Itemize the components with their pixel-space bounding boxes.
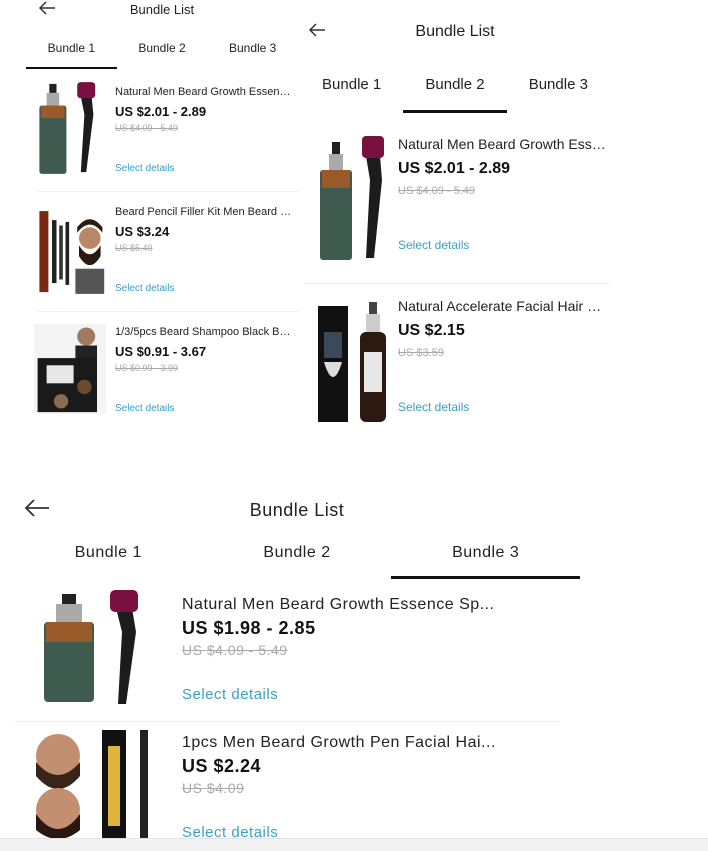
product-image-beard-pen[interactable]: [24, 726, 162, 840]
original-price: US $4.09: [182, 780, 245, 796]
tab-bundle-2[interactable]: Bundle 2: [403, 76, 507, 113]
product-image-pencil-kit[interactable]: [34, 198, 106, 298]
page-title: Bundle List: [415, 23, 495, 40]
bundle-tabs: Bundle 1 Bundle 2 Bundle 3: [26, 41, 298, 69]
product-price: US $2.15: [398, 322, 465, 339]
list-item: Natural Men Beard Growth Essence Sp... U…: [26, 72, 298, 192]
product-image-serum-roller[interactable]: [24, 588, 162, 706]
original-price: US $4.09 - 5.49: [398, 185, 476, 197]
product-image-serum-roller[interactable]: [314, 130, 394, 262]
bundle-list-panel-3: Bundle List Bundle 1 Bundle 2 Bundle 3 N…: [14, 488, 580, 840]
select-details-link[interactable]: Select details: [182, 686, 278, 703]
product-list: Natural Men Beard Growth Essence Sp... U…: [26, 72, 298, 430]
original-price: US $4.09 - 5.49: [182, 642, 288, 658]
select-details-link[interactable]: Select details: [115, 403, 174, 414]
tab-bundle-1[interactable]: Bundle 1: [300, 76, 403, 113]
original-price: US $3.59: [398, 347, 444, 359]
select-details-link[interactable]: Select details: [398, 238, 469, 252]
bundle-tabs: Bundle 1 Bundle 2 Bundle 3: [14, 544, 580, 579]
product-price: US $0.91 - 3.67: [115, 344, 207, 359]
product-list: Natural Men Beard Growth Essence Sp... U…: [14, 584, 580, 840]
product-price: US $2.24: [182, 756, 262, 776]
product-name[interactable]: Natural Men Beard Growth Essence Sp...: [182, 596, 572, 614]
bundle-tabs: Bundle 1 Bundle 2 Bundle 3: [300, 76, 610, 113]
original-price: US $0.99 - 3.99: [115, 363, 179, 373]
list-item: Natural Accelerate Facial Hair Grow Be..…: [300, 284, 610, 430]
product-image-shampoo-box[interactable]: [34, 318, 106, 418]
list-item: Natural Men Beard Growth Essence Sp... U…: [300, 122, 610, 284]
product-price: US $2.01 - 2.89: [115, 104, 207, 119]
product-name[interactable]: Beard Pencil Filler Kit Men Beard Make..…: [115, 206, 295, 218]
original-price: US $5.49: [115, 243, 153, 253]
tab-bundle-1[interactable]: Bundle 1: [14, 544, 203, 579]
product-name[interactable]: 1/3/5pcs Beard Shampoo Black Beard...: [115, 326, 295, 338]
product-name[interactable]: Natural Accelerate Facial Hair Grow Be..…: [398, 298, 608, 314]
select-details-link[interactable]: Select details: [115, 283, 174, 294]
tab-bundle-1[interactable]: Bundle 1: [26, 41, 117, 69]
tab-bundle-3[interactable]: Bundle 3: [391, 544, 580, 579]
tab-bundle-3[interactable]: Bundle 3: [207, 41, 298, 69]
product-image-eelhoe-spray[interactable]: [314, 292, 394, 424]
original-price: US $4.09 - 5.49: [115, 123, 179, 133]
product-name[interactable]: Natural Men Beard Growth Essence Sp...: [115, 86, 295, 98]
select-details-link[interactable]: Select details: [115, 163, 174, 174]
product-image-serum-roller[interactable]: [34, 78, 106, 178]
select-details-link[interactable]: Select details: [398, 400, 469, 414]
product-list: Natural Men Beard Growth Essence Sp... U…: [300, 122, 610, 430]
bundle-list-panel-1: Bundle List Bundle 1 Bundle 2 Bundle 3 N…: [26, 0, 298, 430]
product-price: US $2.01 - 2.89: [398, 160, 511, 177]
tab-bundle-2[interactable]: Bundle 2: [203, 544, 392, 579]
list-item: 1pcs Men Beard Growth Pen Facial Hai... …: [14, 722, 580, 840]
bottom-bar: [0, 838, 708, 851]
product-name[interactable]: Natural Men Beard Growth Essence Sp...: [398, 136, 608, 152]
tab-bundle-3[interactable]: Bundle 3: [507, 76, 610, 113]
page-title: Bundle List: [249, 500, 345, 520]
list-item: Beard Pencil Filler Kit Men Beard Make..…: [26, 192, 298, 312]
product-price: US $3.24: [115, 224, 170, 239]
page-title: Bundle List: [129, 2, 195, 17]
product-name[interactable]: 1pcs Men Beard Growth Pen Facial Hai...: [182, 734, 572, 752]
list-item: 1/3/5pcs Beard Shampoo Black Beard... US…: [26, 312, 298, 430]
list-item: Natural Men Beard Growth Essence Sp... U…: [14, 584, 580, 722]
tab-bundle-2[interactable]: Bundle 2: [117, 41, 208, 69]
bundle-list-panel-2: Bundle List Bundle 1 Bundle 2 Bundle 3 N…: [300, 10, 610, 430]
product-price: US $1.98 - 2.85: [182, 618, 316, 638]
